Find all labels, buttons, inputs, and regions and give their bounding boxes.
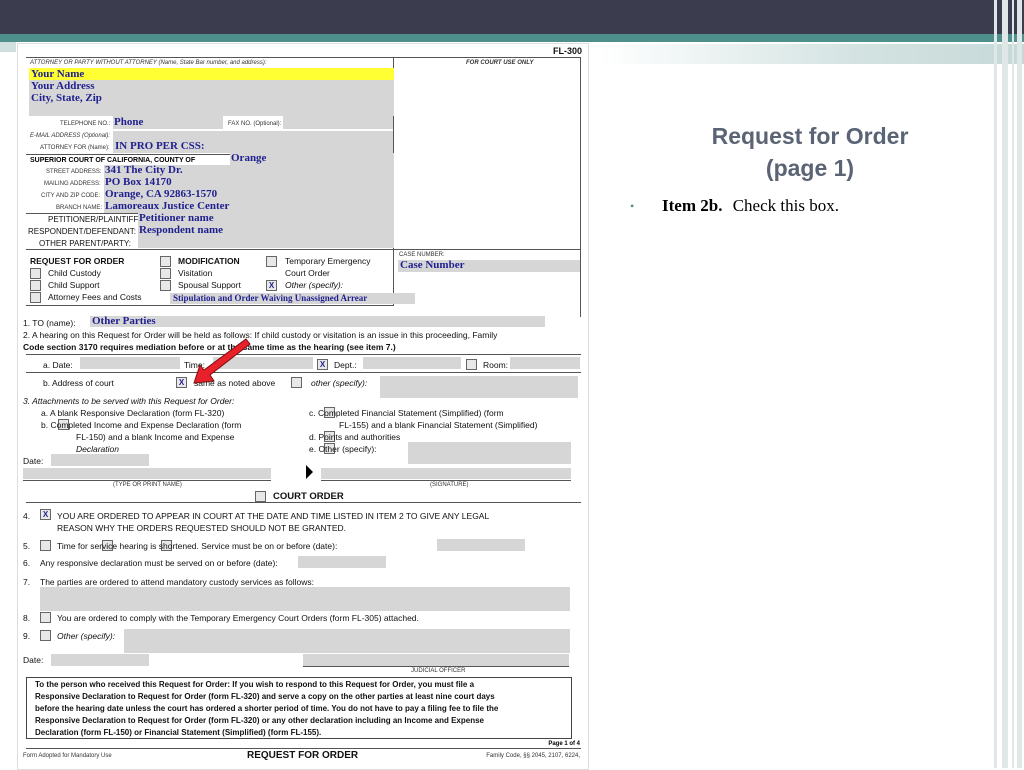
item6: Any responsive declaration must be serve…: [40, 558, 278, 568]
phone-value: Phone: [114, 116, 144, 128]
top-bar: [0, 0, 1024, 34]
item8: You are ordered to comply with the Tempo…: [57, 613, 419, 623]
fl300-form: FL-300 ATTORNEY OR PARTY WITHOUT ATTORNE…: [17, 43, 589, 770]
same-as-checkbox: X: [176, 377, 187, 388]
rfo-label: REQUEST FOR ORDER: [30, 256, 125, 266]
branch-label: BRANCH NAME:: [56, 205, 103, 211]
mailing-value: PO Box 14170: [105, 176, 172, 188]
item3e: e. Other (specify):: [309, 444, 377, 454]
spousal-support: Spousal Support: [178, 280, 241, 290]
bullet-icon: •: [630, 199, 635, 213]
temp-emergency: Temporary Emergency: [285, 256, 371, 266]
court-label: SUPERIOR COURT OF CALIFORNIA, COUNTY OF: [30, 157, 196, 164]
type-name-label: (TYPE OR PRINT NAME): [113, 482, 182, 488]
footer-left: Form Adopted for Mandatory Use: [23, 753, 112, 759]
item4-line2: REASON WHY THE ORDERS REQUESTED SHOULD N…: [57, 523, 347, 533]
city-value: City, State, Zip: [31, 92, 102, 104]
child-support: Child Support: [48, 280, 100, 290]
branch-value: Lamoreaux Justice Center: [105, 200, 230, 212]
address-value: Your Address: [31, 80, 95, 92]
temp-emergency-2: Court Order: [285, 268, 330, 278]
item9: Other (specify):: [57, 631, 116, 641]
date-judge-label: Date:: [23, 655, 44, 665]
bullet-item: • Item 2b. Check this box.: [630, 196, 839, 216]
visitation: Visitation: [178, 268, 213, 278]
item5: Time for service hearing is shortened. S…: [57, 541, 338, 551]
item1-value: Other Parties: [92, 315, 156, 327]
item3b-3: Declaration: [76, 444, 119, 454]
slide-title-line2: (page 1): [765, 155, 855, 181]
footer-title: REQUEST FOR ORDER: [247, 750, 359, 761]
bullet-text: Check this box.: [732, 196, 839, 215]
dept-label: Dept.:: [334, 360, 357, 370]
mailing-label: MAILING ADDRESS:: [44, 181, 101, 187]
accent-stripe: [0, 34, 1024, 42]
modification: MODIFICATION: [178, 256, 240, 266]
name-value: Your Name: [31, 68, 85, 80]
judicial-officer: JUDICIAL OFFICER: [411, 668, 466, 674]
stipulation-value: Stipulation and Order Waiving Unassigned…: [173, 293, 368, 303]
respondent-label: RESPONDENT/DEFENDANT:: [28, 227, 137, 236]
time-checkbox: X: [317, 359, 328, 370]
attorney-fees: Attorney Fees and Costs: [48, 292, 142, 302]
date-label: a. Date:: [43, 360, 73, 370]
street-label: STREET ADDRESS:: [46, 169, 102, 175]
red-arrow-pointer: [193, 338, 251, 384]
court-use-label: FOR COURT USE ONLY: [466, 60, 534, 66]
item2-line1: 2. A hearing on this Request for Order w…: [23, 330, 498, 340]
court-order-heading: COURT ORDER: [273, 491, 344, 502]
item3c-2: FL-155) and a blank Financial Statement …: [339, 420, 538, 430]
child-custody: Child Custody: [48, 268, 101, 278]
date-sign-label: Date:: [23, 456, 44, 466]
other-specify: Other (specify):: [285, 280, 344, 290]
slide-title: Request for Order (page 1): [680, 120, 940, 184]
footer-right: Family Code, §§ 2045, 2107, 6224,: [486, 753, 580, 759]
cityzip-label: CITY AND ZIP CODE:: [41, 193, 101, 199]
header-fade: [600, 44, 1024, 64]
attorney-for-value: IN PRO PER CSS:: [115, 140, 205, 152]
item3b: b. Completed Income and Expense Declarat…: [41, 420, 242, 430]
attorney-for-label: ATTORNEY FOR (Name):: [40, 145, 110, 151]
signature-label: (SIGNATURE): [430, 482, 469, 488]
respondent-value: Respondent name: [139, 224, 224, 236]
item3d: d. Points and authorities: [309, 432, 401, 442]
item3b-2: FL-150) and a blank Income and Expense: [76, 432, 235, 442]
header-fade-left: [0, 42, 16, 52]
item3c: c. Completed Financial Statement (Simpli…: [309, 408, 504, 418]
decorative-bars: [990, 0, 1024, 768]
other-checkbox: X: [266, 280, 277, 291]
page-number: Page 1 of 4: [548, 741, 580, 747]
attorney-header: ATTORNEY OR PARTY WITHOUT ATTORNEY (Name…: [30, 60, 267, 66]
item4-line1: YOU ARE ORDERED TO APPEAR IN COURT AT TH…: [57, 511, 490, 521]
other-parent-label: OTHER PARENT/PARTY:: [39, 239, 132, 248]
item3a: a. A blank Responsive Declaration (form …: [41, 408, 225, 418]
item7: The parties are ordered to attend mandat…: [40, 577, 315, 587]
item3-label: 3. Attachments to be served with this Re…: [23, 396, 235, 406]
case-number-label: CASE NUMBER:: [399, 252, 445, 258]
room-label: Room:: [483, 360, 509, 370]
item1-label: 1. TO (name):: [23, 318, 76, 328]
sign-here-marker: [306, 465, 313, 479]
fax-label: FAX NO. (Optional):: [228, 121, 282, 127]
address-of-court: b. Address of court: [43, 378, 114, 388]
street-value: 341 The City Dr.: [105, 164, 183, 176]
slide-title-line1: Request for Order: [711, 123, 909, 149]
email-label: E-MAIL ADDRESS (Optional):: [30, 133, 111, 139]
form-number: FL-300: [552, 46, 582, 56]
petitioner-label: PETITIONER/PLAINTIFF:: [48, 215, 141, 224]
notice-box: To the person who received this Request …: [26, 677, 572, 739]
county-value: Orange: [231, 152, 267, 164]
case-number-value: Case Number: [400, 259, 465, 271]
other-court: other (specify):: [311, 378, 368, 388]
telephone-label: TELEPHONE NO.:: [60, 121, 111, 127]
petitioner-value: Petitioner name: [139, 212, 214, 224]
bullet-bold: Item 2b.: [662, 196, 723, 215]
cityzip-value: Orange, CA 92863-1570: [105, 188, 218, 200]
item4-checkbox: X: [40, 509, 51, 520]
